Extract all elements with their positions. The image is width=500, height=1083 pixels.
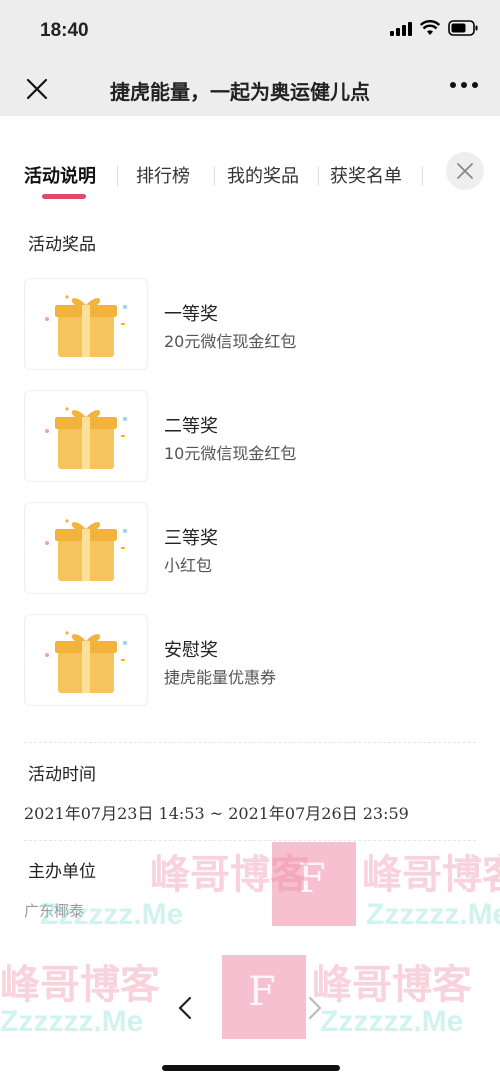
close-icon [457,163,473,179]
watermark-text: 峰哥博客 [150,852,310,898]
back-arrow-icon[interactable] [176,996,194,1020]
tab-separator [117,166,118,186]
watermark-sub: Zzzzzz.Me [366,898,500,931]
tab-ranking[interactable]: 排行榜 [136,162,190,188]
watermark-text: 峰哥博客 [362,852,500,898]
active-tab-indicator [42,194,86,199]
watermark-sub: Zzzzzz.Me [40,898,184,931]
close-panel-button[interactable] [446,152,484,190]
tab-my-prizes[interactable]: 我的奖品 [227,162,299,188]
prize-item: 安慰奖 捷虎能量优惠券 [24,614,454,706]
section-divider [24,840,476,841]
battery-icon [448,20,478,36]
prize-item: 一等奖 20元微信现金红包 [24,278,454,370]
status-time: 18:40 [40,20,89,41]
tab-separator [214,166,215,186]
tab-winners[interactable]: 获奖名单 [330,162,402,188]
prize-description: 20元微信现金红包 [164,332,297,351]
more-dots-icon[interactable] [450,82,478,88]
status-icons [390,20,478,36]
prize-description: 小红包 [164,556,213,575]
prize-description: 10元微信现金红包 [164,444,297,463]
tab-activity-info[interactable]: 活动说明 [24,162,96,188]
organizer-section-title: 主办单位 [24,855,100,884]
home-indicator [162,1065,340,1071]
prize-description: 捷虎能量优惠券 [164,668,277,687]
tab-separator [422,166,423,186]
prize-item: 二等奖 10元微信现金红包 [24,390,454,482]
tab-bar: 活动说明 排行榜 我的奖品 获奖名单 [0,150,500,210]
gift-box-icon [24,614,148,706]
prize-name: 安慰奖 [164,640,218,661]
close-icon[interactable] [22,74,52,104]
section-divider [24,742,476,743]
tab-separator [318,166,319,186]
prize-name: 二等奖 [164,416,218,437]
cellular-signal-icon [390,20,412,36]
wifi-icon [420,20,440,35]
prize-name: 三等奖 [164,528,218,549]
prize-item: 三等奖 小红包 [24,502,454,594]
activity-time: 2021年07月23日 14:53 ~ 2021年07月26日 23:59 [24,804,409,823]
status-bar: 18:40 [0,0,500,62]
gift-box-icon [24,502,148,594]
page-title: 捷虎能量，一起为奥运健儿点 [110,80,370,104]
gift-box-icon [24,390,148,482]
prizes-section-title: 活动奖品 [24,228,100,257]
gift-box-icon [24,278,148,370]
nav-bar: 捷虎能量，一起为奥运健儿点 [0,62,500,116]
prize-name: 一等奖 [164,304,218,325]
time-section-title: 活动时间 [24,758,100,787]
forward-arrow-icon[interactable] [306,996,324,1020]
